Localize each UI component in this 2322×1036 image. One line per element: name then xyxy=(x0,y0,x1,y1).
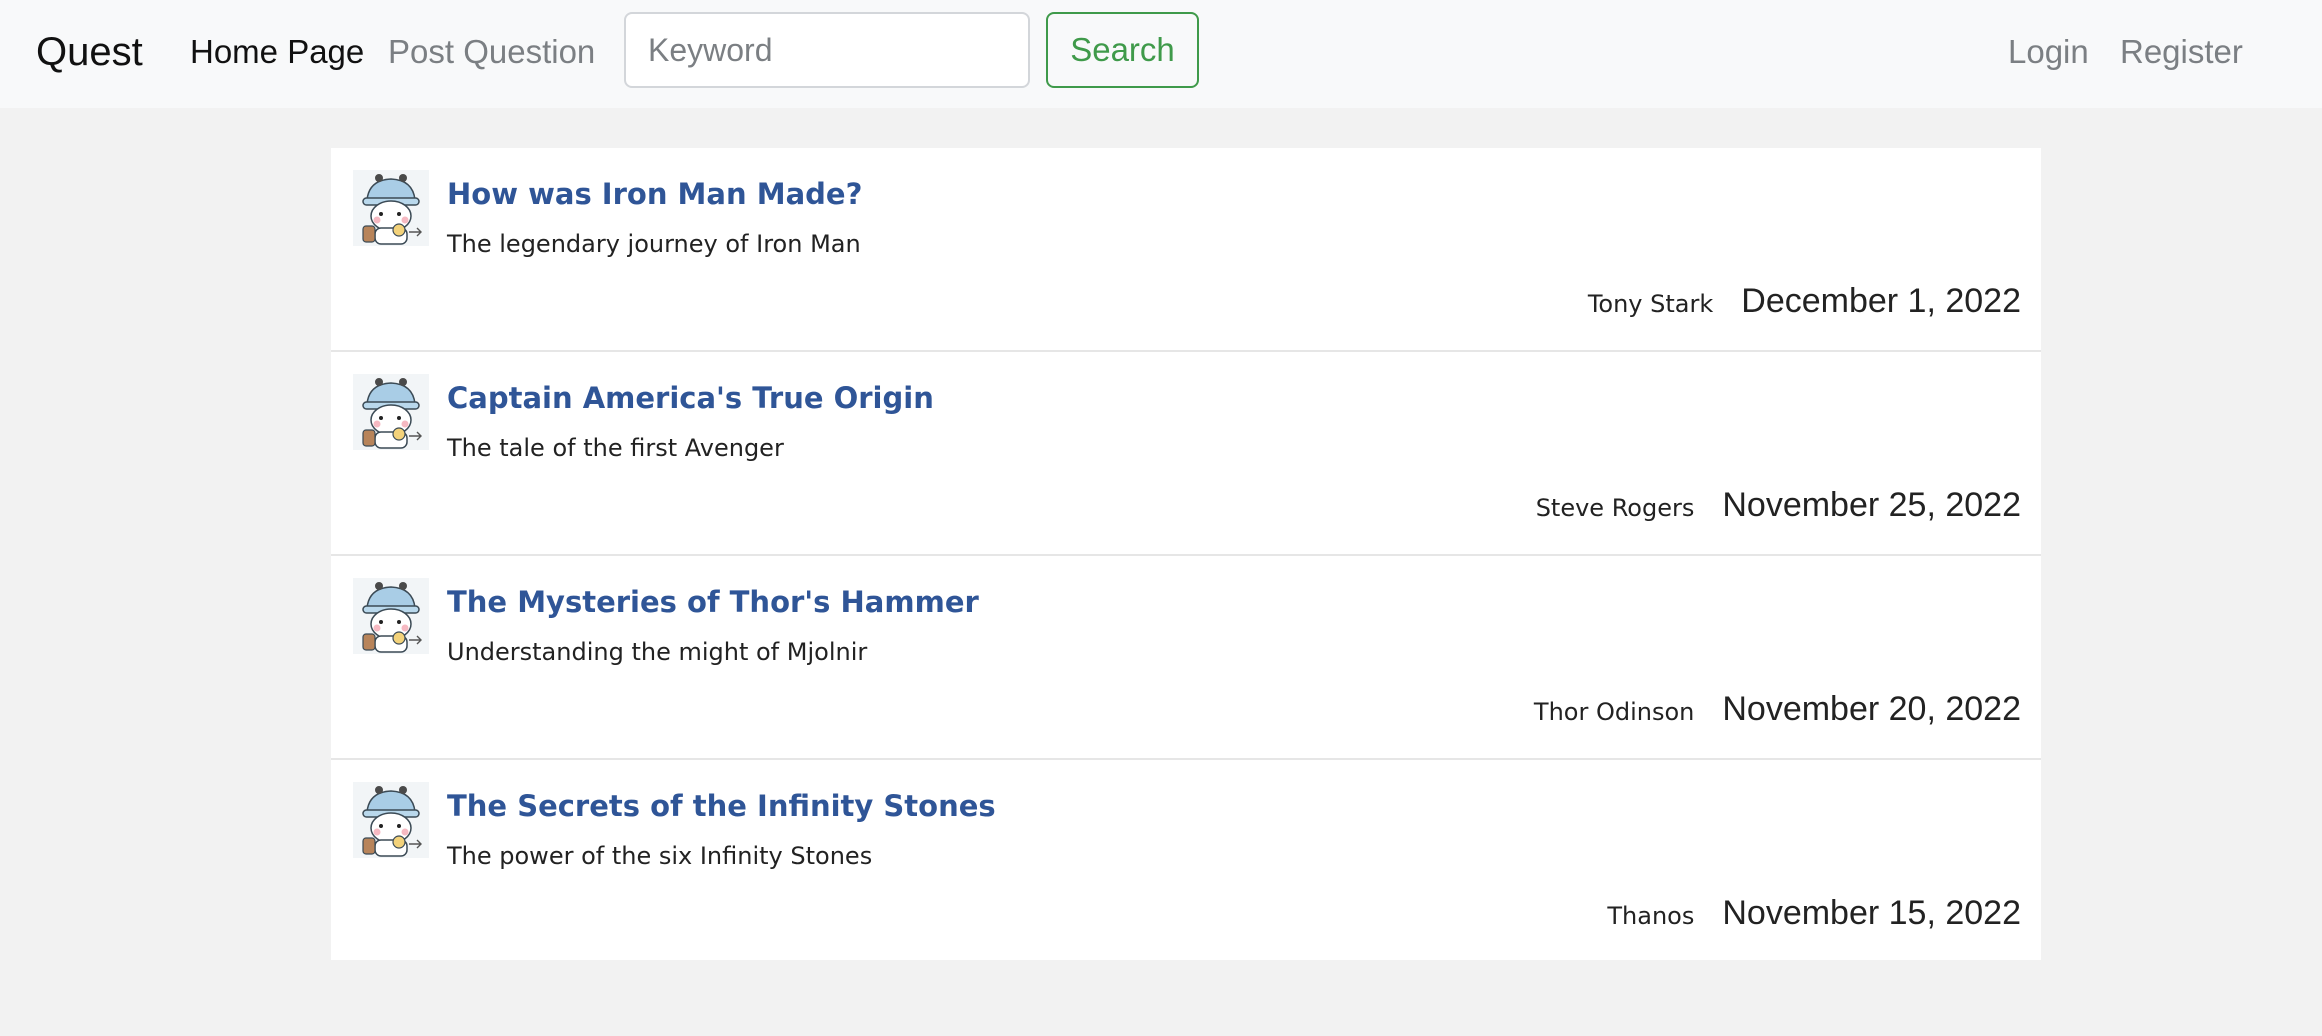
question-title-link[interactable]: The Secrets of the Infinity Stones xyxy=(447,786,996,826)
question-item: How was Iron Man Made? The legendary jour… xyxy=(331,148,2041,352)
question-meta: Thor Odinson November 20, 2022 xyxy=(1534,690,2021,729)
search-button[interactable]: Search xyxy=(1046,12,1199,88)
question-author: Tony Stark xyxy=(1587,290,1714,318)
brand-logo[interactable]: Quest xyxy=(36,26,143,78)
panda-avatar-icon[interactable] xyxy=(353,170,429,246)
top-navbar: Quest Home Page Post Question Search Log… xyxy=(0,0,2322,108)
question-title-link[interactable]: The Mysteries of Thor's Hammer xyxy=(447,582,979,622)
question-item: The Mysteries of Thor's Hammer Understand… xyxy=(331,556,2041,760)
nav-register-link[interactable]: Register xyxy=(2120,30,2243,74)
nav-login-link[interactable]: Login xyxy=(2008,30,2089,74)
question-description: The tale of the first Avenger xyxy=(447,434,784,462)
question-title-link[interactable]: Captain America's True Origin xyxy=(447,378,934,418)
question-author: Steve Rogers xyxy=(1535,494,1695,522)
question-date: December 1, 2022 xyxy=(1741,282,2021,320)
panda-avatar-icon[interactable] xyxy=(353,782,429,858)
question-meta: Steve Rogers November 25, 2022 xyxy=(1536,486,2021,525)
question-item: Captain America's True Origin The tale of… xyxy=(331,352,2041,556)
question-author: Thor Odinson xyxy=(1533,698,1695,726)
question-item: The Secrets of the Infinity Stones The po… xyxy=(331,760,2041,960)
search-input[interactable] xyxy=(624,12,1030,88)
question-date: November 25, 2022 xyxy=(1722,486,2021,524)
panda-avatar-icon[interactable] xyxy=(353,374,429,450)
question-list: How was Iron Man Made? The legendary jour… xyxy=(331,148,2041,960)
question-description: The power of the six Infinity Stones xyxy=(447,842,873,870)
nav-home-link[interactable]: Home Page xyxy=(190,30,364,74)
panda-avatar-icon[interactable] xyxy=(353,578,429,654)
question-date: November 15, 2022 xyxy=(1722,894,2021,932)
question-meta: Tony Stark December 1, 2022 xyxy=(1588,282,2021,321)
question-date: November 20, 2022 xyxy=(1722,690,2021,728)
question-description: Understanding the might of Mjolnir xyxy=(447,638,868,666)
question-meta: Thanos November 15, 2022 xyxy=(1607,894,2021,933)
nav-post-question-link[interactable]: Post Question xyxy=(388,30,595,74)
question-description: The legendary journey of Iron Man xyxy=(447,230,861,258)
question-author: Thanos xyxy=(1607,902,1695,930)
question-title-link[interactable]: How was Iron Man Made? xyxy=(447,174,862,214)
